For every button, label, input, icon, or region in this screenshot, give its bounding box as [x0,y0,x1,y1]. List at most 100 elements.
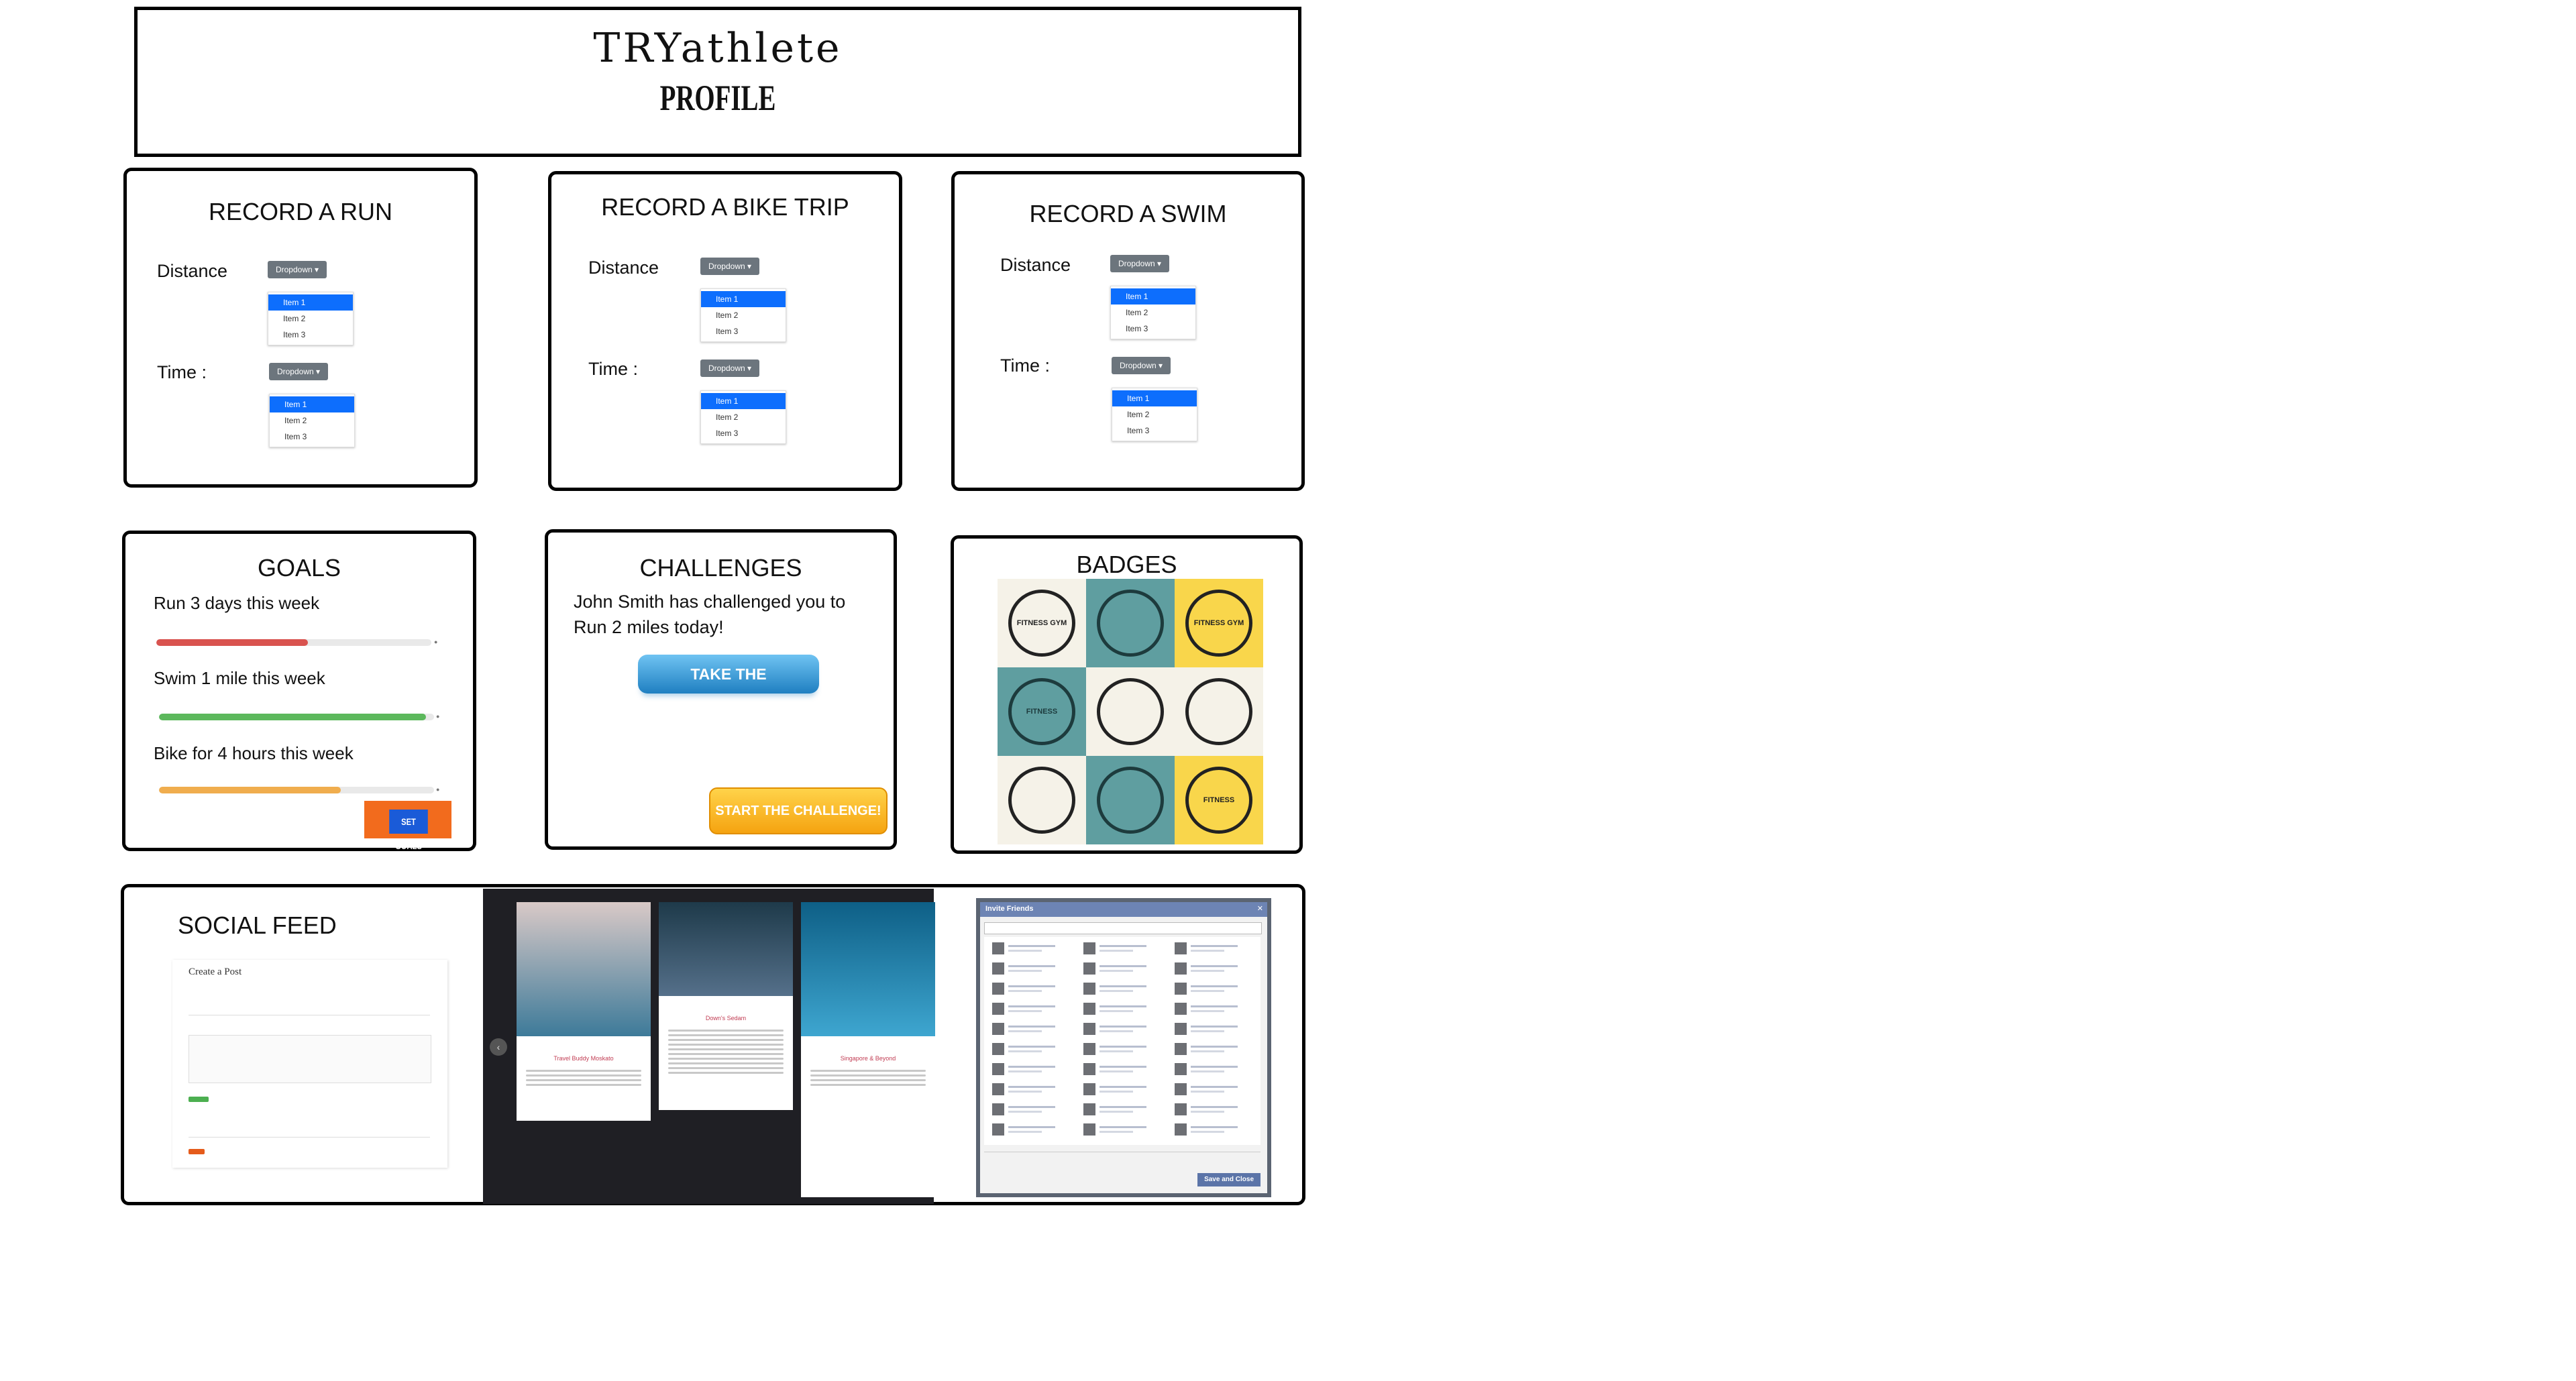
friend-row[interactable] [1078,961,1165,976]
swim-time-item-2[interactable]: Item 2 [1112,406,1197,423]
feed-post-card[interactable]: Singapore & Beyond [801,902,935,1197]
feed-post-text [668,1027,784,1076]
feed-post-card[interactable]: Travel Buddy Moskato [517,902,651,1121]
challenge-message-line-1: John Smith has challenged you to [574,592,846,612]
friend-row[interactable] [1169,1082,1256,1097]
badge-tile [1175,667,1263,756]
friend-row[interactable] [987,961,1074,976]
badges-card: BADGES FITNESS GYM FITNESS GYM FITNESS FITN… [951,535,1303,854]
set-goals-label: SET GOALS [389,810,428,851]
friend-row[interactable] [987,1021,1074,1036]
bike-distance-item-1[interactable]: Item 1 [701,291,786,307]
bike-time-dropdown[interactable]: Dropdown ▾ [700,360,759,377]
badge-grid: FITNESS GYM FITNESS GYM FITNESS FITNESS [998,579,1263,844]
feed-prev-button[interactable]: ‹ [490,1038,507,1056]
bike-time-item-2[interactable]: Item 2 [701,409,786,425]
friend-avatar [1083,1103,1095,1115]
invite-search-field[interactable] [984,922,1262,934]
friend-row[interactable] [987,1082,1074,1097]
goal-label-1: Run 3 days this week [154,593,320,613]
swim-time-dropdown[interactable]: Dropdown ▾ [1112,357,1171,374]
run-time-label: Time : [157,362,207,382]
friend-row[interactable] [1078,1021,1165,1036]
submit-post-button[interactable] [189,1149,205,1154]
run-distance-menu: Item 1 Item 2 Item 3 [268,292,354,345]
set-goals-button[interactable]: SET GOALS [364,801,451,851]
post-content-field[interactable] [189,1035,431,1083]
friend-row[interactable] [987,1062,1074,1076]
friend-name-placeholder [1008,1005,1055,1007]
run-time-dropdown[interactable]: Dropdown ▾ [269,363,328,380]
bike-distance-item-2[interactable]: Item 2 [701,307,786,323]
friend-row[interactable] [1078,1102,1165,1117]
bike-time-item-1[interactable]: Item 1 [701,393,786,409]
feed-post-title: Travel Buddy Moskato [553,1055,614,1062]
friend-name-placeholder [1191,965,1238,967]
bike-distance-dropdown[interactable]: Dropdown ▾ [700,258,759,275]
friend-row[interactable] [1078,941,1165,956]
friend-name-placeholder [1008,965,1055,967]
swim-time-item-1[interactable]: Item 1 [1112,390,1197,406]
friend-row[interactable] [1169,1001,1256,1016]
friend-row[interactable] [1169,1122,1256,1137]
text-line [526,1084,641,1086]
swim-distance-item-2[interactable]: Item 2 [1111,305,1195,321]
friend-row[interactable] [1169,1021,1256,1036]
start-challenge-button[interactable]: START THE CHALLENGE! [709,787,888,834]
save-and-close-button[interactable]: Save and Close [1197,1173,1260,1186]
friend-avatar [992,983,1004,995]
swim-distance-item-1[interactable]: Item 1 [1111,288,1195,305]
bike-distance-item-3[interactable]: Item 3 [701,323,786,339]
friend-row[interactable] [1078,1001,1165,1016]
run-time-item-3[interactable]: Item 3 [270,429,354,445]
friend-row[interactable] [987,1122,1074,1137]
friend-name-placeholder [1008,1070,1042,1072]
friend-name-placeholder [1191,1111,1224,1113]
post-extra-field[interactable] [189,1125,430,1138]
barbell-badge-icon: FITNESS [1185,767,1252,834]
run-distance-item-2[interactable]: Item 2 [268,311,353,327]
friend-row[interactable] [1169,941,1256,956]
record-bike-title: RECORD A BIKE TRIP [601,193,849,221]
take-challenge-button[interactable]: TAKE THE CHALLENGE!! [638,655,819,722]
text-line [668,1048,784,1050]
run-distance-item-3[interactable]: Item 3 [268,327,353,343]
friend-row[interactable] [1078,1082,1165,1097]
invite-message-field[interactable] [984,1152,1260,1166]
friend-row[interactable] [1169,961,1256,976]
friend-row[interactable] [1078,1122,1165,1137]
run-time-item-2[interactable]: Item 2 [270,412,354,429]
friend-row[interactable] [987,981,1074,996]
invite-close-icon[interactable]: ✕ [1257,904,1263,913]
friend-row[interactable] [1169,1102,1256,1117]
friend-row[interactable] [1078,1062,1165,1076]
swim-distance-dropdown[interactable]: Dropdown ▾ [1110,255,1169,272]
bike-time-item-3[interactable]: Item 3 [701,425,786,441]
friend-row[interactable] [987,1001,1074,1016]
feed-post-card[interactable]: Down's Sedam [659,902,793,1110]
goals-title: GOALS [257,554,341,582]
friend-row[interactable] [1169,981,1256,996]
friend-row[interactable] [987,941,1074,956]
run-distance-item-1[interactable]: Item 1 [268,294,353,311]
swim-distance-item-3[interactable]: Item 3 [1111,321,1195,337]
challenges-title: CHALLENGES [639,554,802,582]
friend-row[interactable] [1078,1042,1165,1056]
friend-row[interactable] [987,1042,1074,1056]
goal-progress-1 [156,639,431,646]
badge-tile: FITNESS GYM [998,579,1086,667]
friend-avatar [1083,962,1095,975]
friend-name-placeholder [1099,1086,1146,1088]
upload-image-button[interactable] [189,1097,209,1102]
swim-time-item-3[interactable]: Item 3 [1112,423,1197,439]
run-time-item-1[interactable]: Item 1 [270,396,354,412]
friend-row[interactable] [1078,981,1165,996]
badge-tile [1086,756,1175,844]
post-title-field[interactable] [189,989,430,1015]
badge-tile [1086,667,1175,756]
friend-row[interactable] [1169,1062,1256,1076]
run-distance-dropdown[interactable]: Dropdown ▾ [268,261,327,278]
friend-row[interactable] [1169,1042,1256,1056]
friend-row[interactable] [987,1102,1074,1117]
run-time-menu: Item 1 Item 2 Item 3 [269,394,355,447]
